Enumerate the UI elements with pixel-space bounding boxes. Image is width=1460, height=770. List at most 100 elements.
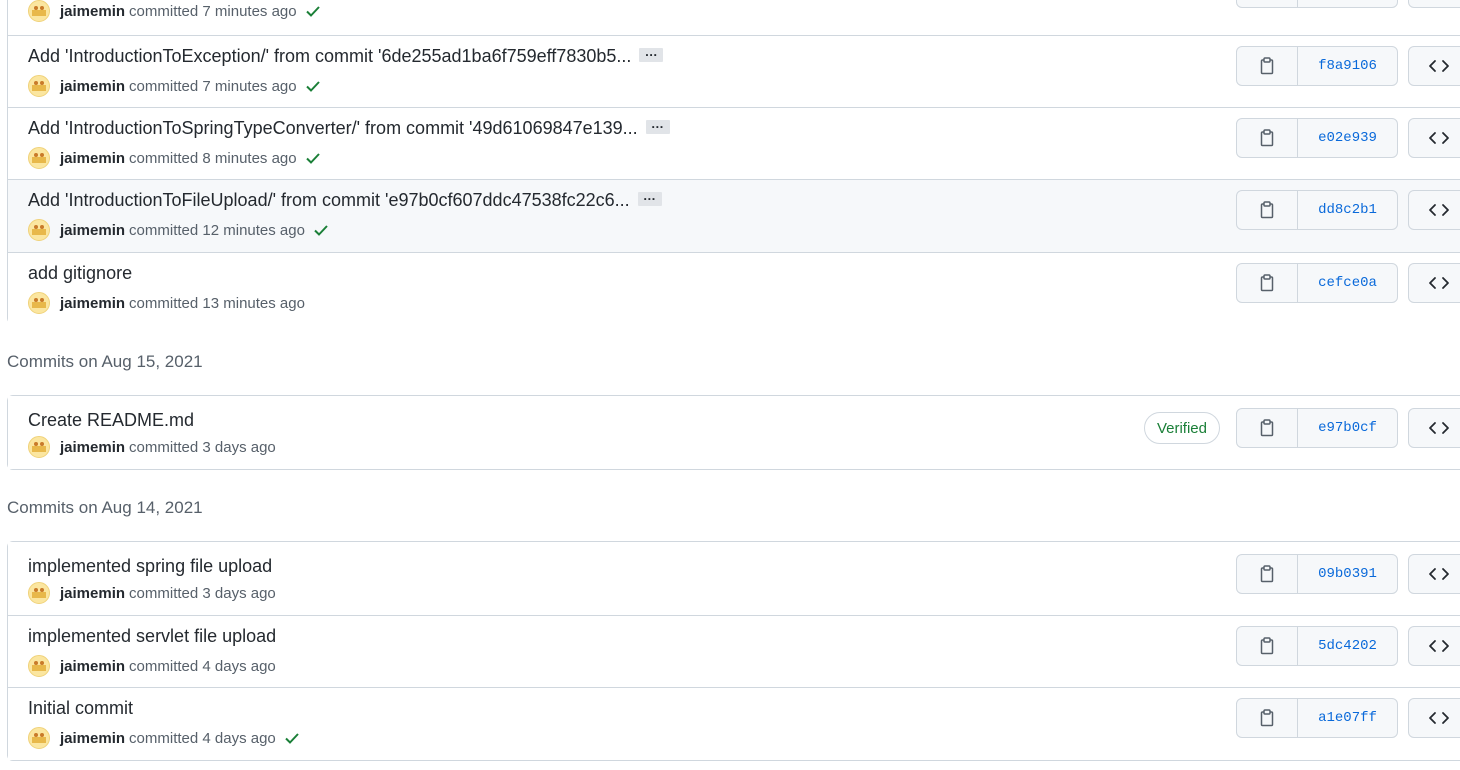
expand-message-button[interactable]: … xyxy=(639,45,664,63)
commit-time: committed 7 minutes ago xyxy=(129,2,297,20)
commit-author[interactable]: jaimemin xyxy=(60,439,125,456)
commit-time: committed 7 minutes ago xyxy=(129,77,297,95)
commit-author[interactable]: jaimemin xyxy=(60,585,125,602)
browse-repo-button[interactable] xyxy=(1408,408,1460,448)
copy-sha-button[interactable] xyxy=(1237,119,1298,157)
commit-sha-link[interactable] xyxy=(1298,0,1397,7)
commit-sha-link[interactable]: cefce0a xyxy=(1298,264,1397,302)
verified-badge[interactable]: Verified xyxy=(1143,412,1220,444)
browse-repo-button[interactable] xyxy=(1408,263,1460,303)
browse-repo-button[interactable] xyxy=(1408,698,1460,738)
commit-title[interactable]: implemented servlet file upload xyxy=(28,626,276,646)
code-icon xyxy=(1429,640,1449,652)
clipboard-icon xyxy=(1260,274,1274,292)
commit-sha-link[interactable]: f8a9106 xyxy=(1298,47,1397,85)
commit-time: committed 4 days ago xyxy=(129,729,276,747)
clipboard-icon xyxy=(1260,129,1274,147)
avatar[interactable] xyxy=(28,582,50,604)
commit-title[interactable]: Add 'IntroductionToException/' from comm… xyxy=(28,46,631,66)
commit-sha-link[interactable]: 09b0391 xyxy=(1298,555,1397,593)
commit-sha-link[interactable]: e97b0cf xyxy=(1298,409,1397,447)
commit-time: committed 3 days ago xyxy=(129,438,276,456)
commit-title[interactable]: implemented spring file upload xyxy=(28,556,272,576)
clipboard-icon xyxy=(1260,57,1274,75)
commit-sha-link[interactable]: e02e939 xyxy=(1298,119,1397,157)
check-icon[interactable] xyxy=(284,730,300,746)
copy-sha-button[interactable] xyxy=(1237,47,1298,85)
browse-repo-button[interactable] xyxy=(1408,118,1460,158)
commit-row[interactable]: implemented servlet file upload jaimemin… xyxy=(8,615,1460,687)
commit-time: committed 4 days ago xyxy=(129,657,276,675)
commit-author[interactable]: jaimemin xyxy=(60,78,125,95)
commit-row[interactable]: implemented spring file upload jaimemin … xyxy=(8,542,1460,615)
expand-message-button[interactable]: … xyxy=(637,189,662,207)
check-icon[interactable] xyxy=(305,150,321,166)
commit-sha-link[interactable]: 5dc4202 xyxy=(1298,627,1397,665)
copy-sha-button[interactable] xyxy=(1237,627,1298,665)
clipboard-icon xyxy=(1260,637,1274,655)
code-icon xyxy=(1429,132,1449,144)
clipboard-icon xyxy=(1260,565,1274,583)
commit-row[interactable]: Add 'IntroductionToFileUpload/' from com… xyxy=(8,179,1460,252)
commit-author[interactable]: jaimemin xyxy=(60,150,125,167)
code-icon xyxy=(1429,277,1449,289)
commit-group-aug-14: implemented spring file upload jaimemin … xyxy=(7,541,1460,761)
code-icon xyxy=(1429,422,1449,434)
copy-sha-button[interactable] xyxy=(1237,264,1298,302)
date-header: Commits on Aug 14, 2021 xyxy=(7,498,203,517)
commit-time: committed 3 days ago xyxy=(129,584,276,602)
commit-row[interactable]: Add 'IntroductionToException/' from comm… xyxy=(8,35,1460,107)
commit-author[interactable]: jaimemin xyxy=(60,658,125,675)
commit-row[interactable]: Create README.md jaimemin committed 3 da… xyxy=(8,396,1460,469)
clipboard-icon xyxy=(1260,709,1274,727)
copy-sha-button[interactable] xyxy=(1237,0,1298,7)
commit-copy-sha-group xyxy=(1236,0,1398,8)
commit-author[interactable]: jaimemin xyxy=(60,3,125,20)
browse-repo-button[interactable] xyxy=(1408,554,1460,594)
commit-author[interactable]: jaimemin xyxy=(60,295,125,312)
commit-group-today: jaimemin committed 7 minutes ago Add 'In… xyxy=(7,0,1460,324)
commit-title[interactable]: Initial commit xyxy=(28,698,133,718)
commit-author[interactable]: jaimemin xyxy=(60,730,125,747)
clipboard-icon xyxy=(1260,201,1274,219)
avatar[interactable] xyxy=(28,219,50,241)
browse-repo-button[interactable] xyxy=(1408,190,1460,230)
copy-sha-button[interactable] xyxy=(1237,699,1298,737)
commit-time: committed 12 minutes ago xyxy=(129,221,305,239)
browse-repo-button[interactable] xyxy=(1408,46,1460,86)
avatar[interactable] xyxy=(28,655,50,677)
commit-row[interactable]: Add 'IntroductionToSpringTypeConverter/'… xyxy=(8,107,1460,179)
browse-repo-button[interactable] xyxy=(1408,0,1460,8)
check-icon[interactable] xyxy=(305,3,321,19)
commit-row[interactable]: jaimemin committed 7 minutes ago xyxy=(8,0,1460,35)
commit-row[interactable]: add gitignore jaimemin committed 13 minu… xyxy=(8,252,1460,324)
code-icon xyxy=(1429,568,1449,580)
commit-title[interactable]: Create README.md xyxy=(28,410,194,430)
avatar[interactable] xyxy=(28,75,50,97)
copy-sha-button[interactable] xyxy=(1237,191,1298,229)
browse-repo-button[interactable] xyxy=(1408,626,1460,666)
avatar[interactable] xyxy=(28,292,50,314)
commit-row[interactable]: Initial commit jaimemin committed 4 days… xyxy=(8,687,1460,760)
commit-sha-link[interactable]: dd8c2b1 xyxy=(1298,191,1397,229)
check-icon[interactable] xyxy=(305,78,321,94)
commit-title[interactable]: Add 'IntroductionToFileUpload/' from com… xyxy=(28,190,630,210)
copy-sha-button[interactable] xyxy=(1237,555,1298,593)
commit-group-aug-15: Create README.md jaimemin committed 3 da… xyxy=(7,395,1460,470)
code-icon xyxy=(1429,712,1449,724)
commit-sha-link[interactable]: a1e07ff xyxy=(1298,699,1397,737)
avatar[interactable] xyxy=(28,0,50,22)
commit-title[interactable]: Add 'IntroductionToSpringTypeConverter/'… xyxy=(28,118,638,138)
date-header: Commits on Aug 15, 2021 xyxy=(7,352,203,371)
avatar[interactable] xyxy=(28,436,50,458)
avatar[interactable] xyxy=(28,727,50,749)
copy-sha-button[interactable] xyxy=(1237,409,1298,447)
expand-message-button[interactable]: … xyxy=(645,117,670,135)
commit-title[interactable]: add gitignore xyxy=(28,263,132,283)
code-icon xyxy=(1429,60,1449,72)
avatar[interactable] xyxy=(28,147,50,169)
commit-author[interactable]: jaimemin xyxy=(60,222,125,239)
code-icon xyxy=(1429,204,1449,216)
clipboard-icon xyxy=(1260,419,1274,437)
check-icon[interactable] xyxy=(313,222,329,238)
